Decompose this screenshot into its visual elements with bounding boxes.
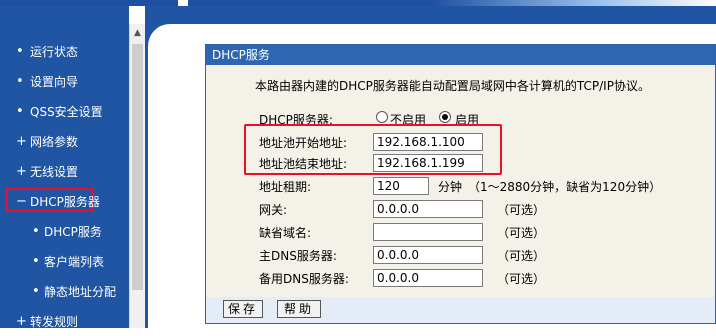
save-button[interactable]: 保存 [223,300,263,318]
sidebar: • 运行状态 • 设置向导 • QSS安全设置 + 网络参数 + 无线设置 − … [0,6,129,329]
bullet-icon: • [32,224,40,239]
lease-unit: 分钟 [438,180,463,194]
gateway-optional: （可选） [497,203,546,217]
lease-label: 地址租期: [259,180,312,194]
annotation-highlight-box [244,124,502,175]
expand-icon: + [16,314,27,329]
sidebar-item-network[interactable]: + 网络参数 [0,130,129,156]
sidebar-item-run-status[interactable]: • 运行状态 [0,40,129,66]
panel-description: 本路由器内建的DHCP服务器能自动配置局域网中各计算机的TCP/IP协议。 [255,79,650,93]
sidebar-item-label: 客户端列表 [44,255,105,269]
dns-primary-input[interactable] [373,246,483,264]
domain-optional: （可选） [497,226,546,240]
bullet-icon: • [16,74,24,89]
bullet-icon: • [16,104,24,119]
sidebar-item-label: 无线设置 [30,165,79,179]
sidebar-item-wireless[interactable]: + 无线设置 [0,160,129,186]
scroll-up-arrow-icon[interactable]: ▲ [130,24,145,42]
domain-input[interactable] [373,223,483,241]
sidebar-scrollbar[interactable]: ▲ [129,24,145,328]
sidebar-subitem-static-address[interactable]: • 静态地址分配 [0,280,129,306]
collapse-icon: − [16,194,27,209]
bullet-icon: • [32,284,40,299]
bullet-icon: • [32,254,40,269]
dns-primary-label: 主DNS服务器: [259,249,337,263]
sidebar-item-qss[interactable]: • QSS安全设置 [0,100,129,126]
scroll-thumb[interactable] [132,44,143,290]
dns-secondary-optional: （可选） [497,272,546,286]
radio-disable[interactable] [376,111,388,123]
domain-label: 缺省域名: [259,226,312,240]
dns-primary-optional: （可选） [497,249,546,263]
sidebar-item-label: 转发规则 [30,315,79,329]
sidebar-item-label: 网络参数 [30,135,79,149]
sidebar-item-label: 静态地址分配 [44,285,117,299]
expand-icon: + [16,134,27,149]
lease-hint: （1～2880分钟，缺省为120分钟） [468,180,662,194]
dns-secondary-input[interactable] [373,269,483,287]
dns-secondary-label: 备用DNS服务器: [259,272,349,286]
sidebar-item-label: DHCP服务 [44,225,102,239]
expand-icon: + [16,164,27,179]
help-button[interactable]: 帮助 [277,300,321,318]
sidebar-subitem-client-list[interactable]: • 客户端列表 [0,250,129,276]
sidebar-item-label: 设置向导 [30,75,79,89]
sidebar-subitem-dhcp-service[interactable]: • DHCP服务 [0,220,129,246]
panel-title: DHCP服务 [206,45,715,65]
sidebar-item-dhcp-server[interactable]: − DHCP服务器 [0,188,129,216]
sidebar-item-setup-wizard[interactable]: • 设置向导 [0,70,129,96]
sidebar-item-label: QSS安全设置 [30,105,103,119]
sidebar-item-label: DHCP服务器 [30,195,100,209]
sidebar-item-label: 运行状态 [30,45,79,59]
lease-input[interactable] [373,177,429,195]
bullet-icon: • [16,44,24,59]
sidebar-item-forwarding[interactable]: + 转发规则 [0,310,129,336]
radio-enable[interactable] [439,111,451,123]
gateway-label: 网关: [259,203,288,217]
gateway-input[interactable] [373,200,483,218]
